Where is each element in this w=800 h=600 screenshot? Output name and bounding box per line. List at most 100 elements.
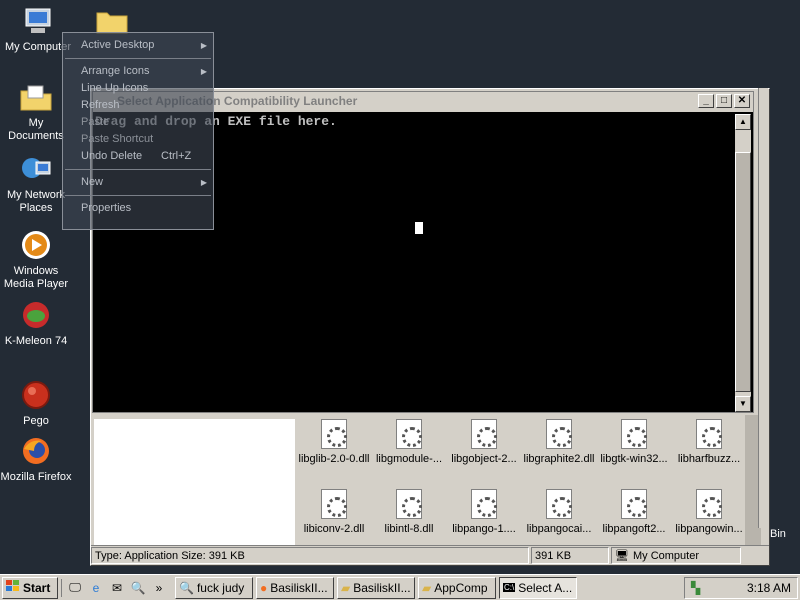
window-edge (758, 88, 768, 528)
file-name: libgobject-2... (451, 453, 517, 465)
file-name: libpangowin... (675, 523, 743, 535)
file-item[interactable]: libgtk-win32... (597, 419, 671, 465)
computer-icon (21, 4, 55, 38)
windows-logo-icon (6, 580, 20, 595)
file-name: libglib-2.0-0.dll (298, 453, 370, 465)
task-button[interactable]: ▰ AppComp (418, 576, 496, 599)
start-label: Start (23, 580, 51, 595)
start-button[interactable]: Start (2, 576, 58, 599)
scroll-up-icon[interactable]: ▲ (735, 114, 751, 130)
task-button[interactable]: 🔍 fuck judy (175, 576, 253, 599)
taskbar: Start 🖵 e ✉ 🔍 » 🔍 fuck judy ● BasiliskII..… (0, 574, 800, 600)
status-location-label: My Computer (632, 549, 699, 562)
quick-launch: 🖵 e ✉ 🔍 » (61, 578, 172, 597)
submenu-arrow-icon: ▶ (200, 178, 207, 187)
dll-file-icon (396, 419, 422, 449)
dll-file-icon (621, 489, 647, 519)
task-button[interactable]: C:\ Select A... (499, 576, 577, 599)
file-item[interactable]: libgraphite2.dll (522, 419, 596, 465)
dll-file-icon (696, 419, 722, 449)
documents-icon (19, 80, 53, 114)
submenu-arrow-icon: ▶ (200, 67, 207, 76)
desktop-icon-label: Pego (23, 415, 49, 427)
desktop-icon-label: Mozilla Firefox (0, 471, 72, 483)
menu-separator (65, 58, 211, 59)
dll-file-icon (321, 489, 347, 519)
system-tray: ▚ 3:18 AM (684, 576, 798, 599)
show-desktop-icon[interactable]: 🖵 (66, 579, 84, 597)
file-name: libpangoft2... (602, 523, 666, 535)
file-name: libgtk-win32... (600, 453, 668, 465)
desktop-icon-media-player[interactable]: Windows Media Player (0, 228, 72, 291)
maximize-button[interactable]: □ (716, 94, 732, 108)
console-scrollbar[interactable]: ▲ ▼ (735, 114, 751, 412)
desktop-icon-kmeleon[interactable]: K-Meleon 74 (0, 298, 72, 348)
file-name: libgmodule-... (375, 453, 443, 465)
recycle-bin-label[interactable]: Bin (770, 528, 786, 540)
menu-item-active-desktop[interactable]: Active Desktop ▶ (63, 37, 213, 54)
file-item[interactable]: libglib-2.0-0.dll (297, 419, 371, 465)
status-type: Type: Application Size: 391 KB (91, 547, 529, 564)
status-location: 🖥 My Computer (611, 547, 741, 564)
menu-item-undo-delete[interactable]: Undo Delete Ctrl+Z (63, 148, 213, 165)
file-item[interactable]: libpangoft2... (597, 489, 671, 535)
status-bar: Type: Application Size: 391 KB 391 KB 🖥 … (91, 545, 769, 565)
quick-launch-chevron-icon[interactable]: » (150, 579, 168, 597)
scroll-down-icon[interactable]: ▼ (735, 396, 751, 412)
search-icon: 🔍 (179, 580, 194, 595)
status-size: 391 KB (531, 547, 609, 564)
outlook-icon[interactable]: ✉ (108, 579, 126, 597)
file-item[interactable]: libharfbuzz... (672, 419, 746, 465)
file-name: libpango-1.... (452, 523, 516, 535)
close-button[interactable]: ✕ (734, 94, 750, 108)
file-name: libiconv-2.dll (303, 523, 365, 535)
file-item[interactable]: libpangowin... (672, 489, 746, 535)
menu-item-arrange-icons[interactable]: Arrange Icons ▶ (63, 63, 213, 80)
task-button[interactable]: ● BasiliskII... (256, 576, 334, 599)
dll-file-icon (396, 489, 422, 519)
shortcut-label: Ctrl+Z (161, 150, 192, 162)
menu-separator (65, 169, 211, 170)
file-item[interactable]: libintl-8.dll (372, 489, 446, 535)
menu-separator (65, 195, 211, 196)
file-item[interactable]: libgobject-2... (447, 419, 521, 465)
dll-file-icon (621, 419, 647, 449)
file-name: libharfbuzz... (677, 453, 741, 465)
file-name: libintl-8.dll (384, 523, 434, 535)
file-list: libglib-2.0-0.dll libgmodule-... libgobj… (297, 415, 747, 547)
network-icon (19, 152, 53, 186)
windows-explorer-icon[interactable]: 🔍 (129, 579, 147, 597)
menu-item-paste-shortcut[interactable]: Paste Shortcut (63, 131, 213, 148)
firefox-icon: ● (260, 580, 268, 595)
file-item[interactable]: libiconv-2.dll (297, 489, 371, 535)
pego-icon (19, 378, 53, 412)
file-item[interactable]: libgmodule-... (372, 419, 446, 465)
menu-item-refresh[interactable]: Refresh (63, 97, 213, 114)
desktop-icon-label: Windows Media Player (3, 265, 69, 290)
menu-item-paste[interactable]: Paste (63, 114, 213, 131)
desktop-icon-firefox[interactable]: Mozilla Firefox (0, 434, 72, 484)
task-button[interactable]: ▰ BasiliskII... (337, 576, 415, 599)
internet-explorer-icon[interactable]: e (87, 579, 105, 597)
dll-file-icon (321, 419, 347, 449)
menu-item-properties[interactable]: Properties (63, 200, 213, 217)
menu-item-line-up-icons[interactable]: Line Up Icons (63, 80, 213, 97)
file-item[interactable]: libpangocai... (522, 489, 596, 535)
network-tray-icon[interactable]: ▚ (691, 581, 700, 595)
media-player-icon (19, 228, 53, 262)
computer-icon: 🖥 (615, 550, 629, 562)
firefox-icon (19, 434, 53, 468)
minimize-button[interactable]: _ (698, 94, 714, 108)
desktop-icon-pego[interactable]: Pego (0, 378, 72, 428)
text-cursor (415, 222, 423, 234)
menu-item-new[interactable]: New ▶ (63, 174, 213, 191)
clock[interactable]: 3:18 AM (747, 581, 791, 595)
folder-icon: ▰ (422, 580, 432, 595)
scroll-thumb[interactable] (735, 152, 751, 392)
console-icon: C:\ (503, 583, 516, 592)
file-item[interactable]: libpango-1.... (447, 489, 521, 535)
dll-file-icon (471, 489, 497, 519)
kmeleon-icon (19, 298, 53, 332)
dll-file-icon (696, 489, 722, 519)
dll-file-icon (546, 489, 572, 519)
